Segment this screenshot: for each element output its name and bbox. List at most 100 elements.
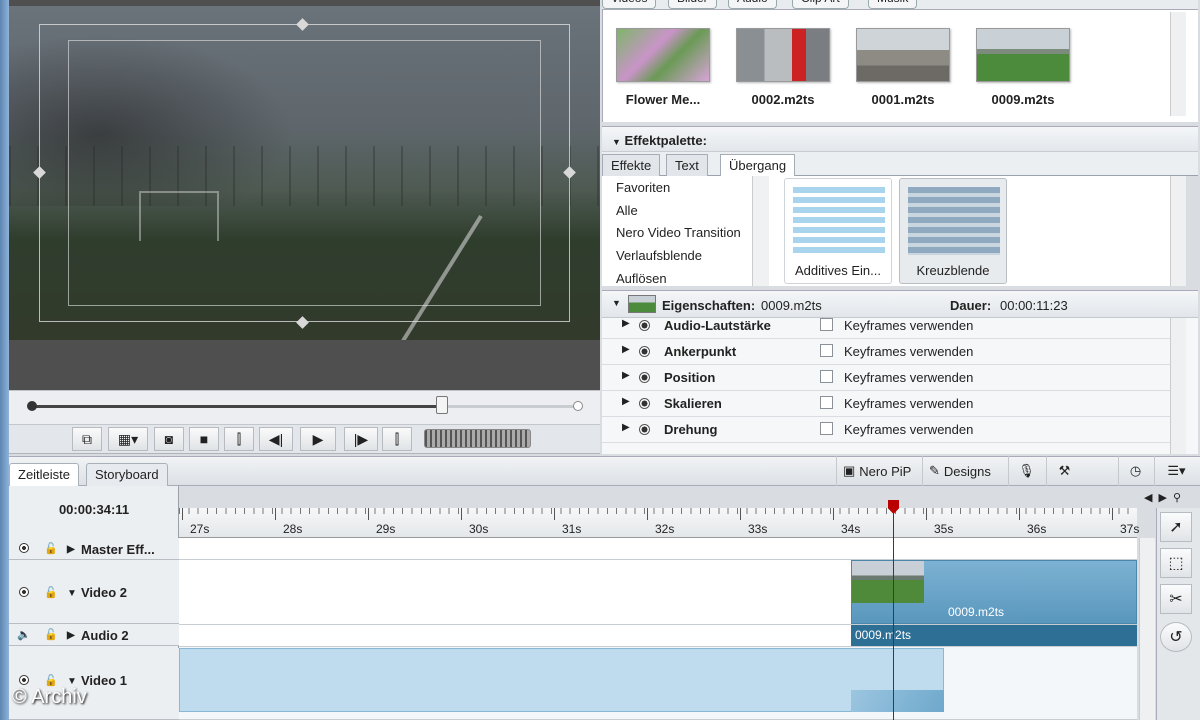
keyframes-checkbox[interactable] xyxy=(820,344,833,357)
stopwatch-icon[interactable]: ◷ xyxy=(1118,456,1152,486)
tab-zeitleiste[interactable]: Zeitleiste xyxy=(9,463,80,486)
expand-arrow-icon[interactable]: ▶ xyxy=(622,318,630,329)
hammer-icon[interactable]: ⚒ xyxy=(1046,456,1082,486)
property-name: Position xyxy=(664,370,716,385)
ruler-label: 29s xyxy=(376,522,396,536)
track-menu-icon[interactable]: ☰▾ xyxy=(1154,456,1198,486)
enable-radio-icon[interactable] xyxy=(639,372,650,383)
category-scrollbar[interactable] xyxy=(752,176,769,286)
tab-audio[interactable]: Audio xyxy=(728,0,777,9)
eye-icon[interactable] xyxy=(19,675,29,685)
scissors-icon[interactable]: ✂ xyxy=(1160,584,1192,614)
effect-tile-label: Additives Ein... xyxy=(795,263,881,278)
scroll-left-icon[interactable]: ◀ xyxy=(1144,491,1152,504)
category-alle[interactable]: Alle xyxy=(616,203,638,218)
enable-radio-icon[interactable] xyxy=(639,346,650,357)
tab-text[interactable]: Text xyxy=(666,154,708,176)
media-thumb-0002[interactable] xyxy=(736,28,830,82)
tab-videos[interactable]: Videos xyxy=(602,0,657,9)
undo-circle-icon[interactable]: ↺ xyxy=(1160,622,1192,652)
eye-icon[interactable] xyxy=(19,543,29,553)
keyframes-label: Keyframes verwenden xyxy=(844,370,974,385)
category-verlaufsblende[interactable]: Verlaufsblende xyxy=(616,248,702,263)
marquee-select-icon[interactable]: ⬚ xyxy=(1160,548,1192,578)
eye-icon[interactable] xyxy=(19,587,29,597)
effect-palette-header[interactable]: ▼ Effektpalette: xyxy=(602,126,1198,152)
category-nero-video-transition[interactable]: Nero Video Transition xyxy=(616,225,741,240)
play-icon[interactable]: ▶ xyxy=(300,427,336,451)
microphone-icon[interactable]: 🎙 xyxy=(1008,456,1044,486)
lock-icon[interactable]: 🔓 xyxy=(44,628,58,641)
property-row[interactable]: ▶ Drehung Keyframes verwenden xyxy=(602,417,1170,443)
property-row[interactable]: ▶ Audio-Lautstärke Keyframes verwenden xyxy=(602,318,1170,339)
keyframes-checkbox[interactable] xyxy=(820,370,833,383)
track-row-master-effects[interactable] xyxy=(179,538,1137,560)
expand-arrow-icon[interactable]: ▶ xyxy=(622,344,630,355)
designs-button[interactable]: ✎ Designs xyxy=(922,456,997,486)
tab-clipart[interactable]: Clip Art xyxy=(792,0,849,9)
enable-radio-icon[interactable] xyxy=(639,320,650,331)
effect-tile-additive[interactable]: Additives Ein... xyxy=(784,178,892,284)
keyframes-checkbox[interactable] xyxy=(820,318,833,331)
enable-radio-icon[interactable] xyxy=(639,398,650,409)
video-clip-video1[interactable] xyxy=(179,648,944,712)
collapse-arrow-icon[interactable]: ▼ xyxy=(67,588,77,599)
select-pointer-icon[interactable]: ➚ xyxy=(1160,512,1192,542)
category-aufloesen[interactable]: Auflösen xyxy=(616,271,667,286)
previous-frame-icon[interactable]: ◀| xyxy=(259,427,293,451)
collapse-arrow-icon[interactable]: ▼ xyxy=(612,298,621,308)
mark-out-icon[interactable]: ⫿ xyxy=(382,427,412,451)
tab-uebergang[interactable]: Übergang xyxy=(720,154,796,177)
display-mode-icon[interactable]: ▦▾ xyxy=(108,427,148,451)
category-favoriten[interactable]: Favoriten xyxy=(616,180,670,195)
properties-list: ▶ Audio-Lautstärke Keyframes verwenden ▶… xyxy=(602,318,1198,454)
next-frame-icon[interactable]: |▶ xyxy=(344,427,378,451)
scroll-right-icon[interactable]: ▶ xyxy=(1158,491,1166,504)
media-thumb-0001[interactable] xyxy=(856,28,950,82)
expand-arrow-icon[interactable]: ▶ xyxy=(67,630,75,641)
property-row[interactable]: ▶ Skalieren Keyframes verwenden xyxy=(602,391,1170,417)
tab-musik[interactable]: Musik xyxy=(868,0,918,9)
expand-arrow-icon[interactable]: ▶ xyxy=(67,544,75,555)
track-header-master-effects[interactable]: 🔓 ▶ Master Eff... xyxy=(9,538,179,560)
property-row[interactable]: ▶ Position Keyframes verwenden xyxy=(602,365,1170,391)
snapshot-camera-icon[interactable]: ◙ xyxy=(154,427,184,451)
keyframes-checkbox[interactable] xyxy=(820,396,833,409)
properties-scrollbar[interactable] xyxy=(1170,318,1186,454)
expand-arrow-icon[interactable]: ▶ xyxy=(622,370,630,381)
timeline-vertical-scrollbar[interactable] xyxy=(1139,538,1155,720)
pin-icon[interactable]: ⚲ xyxy=(1173,491,1181,504)
tab-storyboard[interactable]: Storyboard xyxy=(86,463,168,486)
stop-icon[interactable]: ■ xyxy=(189,427,219,451)
effect-grid-scrollbar[interactable] xyxy=(1170,176,1186,286)
enable-radio-icon[interactable] xyxy=(639,424,650,435)
tab-effekte[interactable]: Effekte xyxy=(602,154,661,176)
ruler-label: 27s xyxy=(190,522,210,536)
jog-shuttle[interactable] xyxy=(424,429,531,448)
media-scrollbar[interactable] xyxy=(1170,12,1186,116)
expand-arrow-icon[interactable]: ▶ xyxy=(622,396,630,407)
media-thumb-flower[interactable] xyxy=(616,28,710,82)
effect-tile-kreuzblende[interactable]: Kreuzblende xyxy=(899,178,1007,284)
nero-pip-button[interactable]: ▣ Nero PiP xyxy=(836,456,917,486)
lock-icon[interactable]: 🔓 xyxy=(44,586,58,599)
keyframes-checkbox[interactable] xyxy=(820,422,833,435)
media-thumb-0009[interactable] xyxy=(976,28,1070,82)
playhead-line xyxy=(893,500,894,720)
transition-block[interactable] xyxy=(851,690,944,712)
track-header-video-2[interactable]: 🔓 ▼ Video 2 xyxy=(9,560,179,624)
ruler-tick xyxy=(740,508,741,520)
mark-in-icon[interactable]: ⫿ xyxy=(224,427,254,451)
lock-icon[interactable]: 🔓 xyxy=(44,542,58,555)
speaker-icon[interactable]: 🔈 xyxy=(17,628,31,641)
media-tabs: Videos Bilder Audio Clip Art Musik xyxy=(602,0,1198,10)
tab-bilder[interactable]: Bilder xyxy=(668,0,717,9)
property-row[interactable]: ▶ Ankerpunkt Keyframes verwenden xyxy=(602,339,1170,365)
effect-category-list: Favoriten Alle Nero Video Transition Ver… xyxy=(602,176,772,286)
track-header-audio-2[interactable]: 🔈 🔓 ▶ Audio 2 xyxy=(9,624,179,646)
fit-view-icon[interactable]: ⧉ xyxy=(72,427,102,451)
expand-arrow-icon[interactable]: ▶ xyxy=(622,422,630,433)
scrubber-knob[interactable] xyxy=(436,396,448,414)
collapse-arrow-icon[interactable]: ▼ xyxy=(612,137,621,147)
track-header-video-1[interactable]: 🔓 ▼ Video 1 xyxy=(9,648,179,720)
